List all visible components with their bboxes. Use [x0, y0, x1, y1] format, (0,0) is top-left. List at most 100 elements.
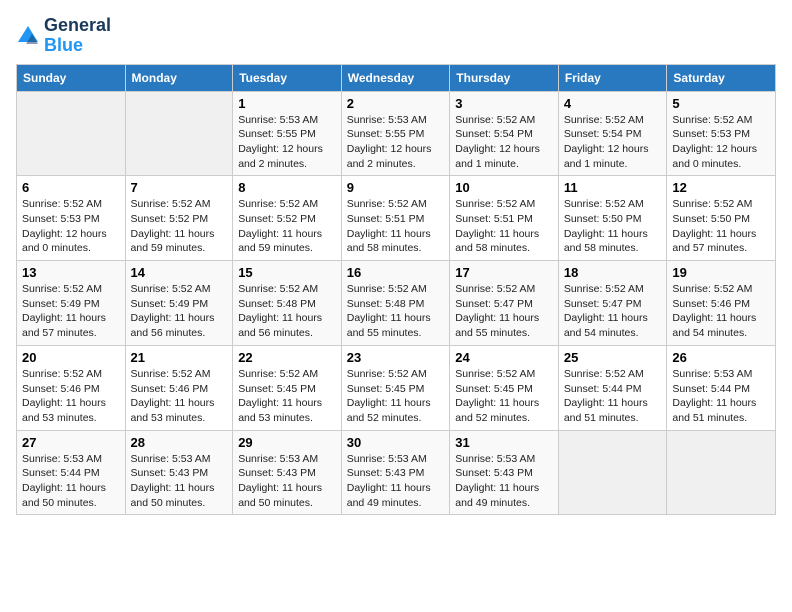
day-number: 27: [22, 435, 120, 450]
day-info: Sunrise: 5:52 AMSunset: 5:53 PMDaylight:…: [672, 113, 770, 172]
day-info: Sunrise: 5:52 AMSunset: 5:52 PMDaylight:…: [131, 197, 228, 256]
day-info: Sunrise: 5:52 AMSunset: 5:46 PMDaylight:…: [131, 367, 228, 426]
calendar-cell: 24Sunrise: 5:52 AMSunset: 5:45 PMDayligh…: [450, 345, 559, 430]
day-info: Sunrise: 5:53 AMSunset: 5:43 PMDaylight:…: [347, 452, 445, 511]
calendar-cell: 20 Sunrise: 5:52 AMSunset: 5:46 PMDayligh…: [17, 345, 126, 430]
week-row-2: 6 Sunrise: 5:52 AMSunset: 5:53 PMDaylight…: [17, 176, 776, 261]
day-header-tuesday: Tuesday: [233, 64, 342, 91]
day-info: Sunrise: 5:52 AMSunset: 5:49 PMDaylight:…: [131, 282, 228, 341]
day-number: 4: [564, 96, 662, 111]
calendar-cell: [667, 430, 776, 515]
calendar-cell: 5 Sunrise: 5:52 AMSunset: 5:53 PMDaylight…: [667, 91, 776, 176]
logo-text: GeneralBlue: [44, 16, 111, 56]
logo: GeneralBlue: [16, 16, 111, 56]
calendar-cell: [558, 430, 667, 515]
calendar-cell: 15Sunrise: 5:52 AMSunset: 5:48 PMDayligh…: [233, 261, 342, 346]
calendar-cell: 2 Sunrise: 5:53 AMSunset: 5:55 PMDaylight…: [341, 91, 450, 176]
day-info: Sunrise: 5:52 AMSunset: 5:52 PMDaylight:…: [238, 197, 336, 256]
calendar-cell: 26 Sunrise: 5:53 AMSunset: 5:44 PMDayligh…: [667, 345, 776, 430]
day-info: Sunrise: 5:52 AMSunset: 5:44 PMDaylight:…: [564, 367, 662, 426]
calendar-cell: 1Sunrise: 5:53 AMSunset: 5:55 PMDaylight…: [233, 91, 342, 176]
day-number: 2: [347, 96, 445, 111]
day-number: 13: [22, 265, 120, 280]
calendar-cell: 30 Sunrise: 5:53 AMSunset: 5:43 PMDayligh…: [341, 430, 450, 515]
day-info: Sunrise: 5:53 AMSunset: 5:55 PMDaylight:…: [347, 113, 445, 172]
day-number: 31: [455, 435, 553, 450]
page-header: GeneralBlue: [16, 16, 776, 56]
day-info: Sunrise: 5:52 AMSunset: 5:51 PMDaylight:…: [455, 197, 553, 256]
calendar-cell: 22 Sunrise: 5:52 AMSunset: 5:45 PMDayligh…: [233, 345, 342, 430]
day-number: 5: [672, 96, 770, 111]
calendar-cell: 31 Sunrise: 5:53 AMSunset: 5:43 PMDayligh…: [450, 430, 559, 515]
day-info: Sunrise: 5:52 AMSunset: 5:46 PMDaylight:…: [22, 367, 120, 426]
day-number: 25: [564, 350, 662, 365]
calendar-body: 1 Sunrise: 5:53 AMSunset: 5:55 PMDaylight…: [17, 91, 776, 515]
day-info: Sunrise: 5:52 AMSunset: 5:47 PMDaylight:…: [455, 282, 553, 341]
day-header-sunday: Sunday: [17, 64, 126, 91]
calendar-cell: 14 Sunrise: 5:52 AMSunset: 5:49 PMDayligh…: [125, 261, 233, 346]
day-number: 12: [672, 180, 770, 195]
day-info: Sunrise: 5:53 AMSunset: 5:43 PMDaylight:…: [238, 452, 336, 511]
day-info: Sunrise: 5:52 AMSunset: 5:53 PMDaylight:…: [22, 197, 120, 256]
calendar-cell: 25 Sunrise: 5:52 AMSunset: 5:44 PMDayligh…: [558, 345, 667, 430]
calendar-cell: 28Sunrise: 5:53 AMSunset: 5:43 PMDayligh…: [125, 430, 233, 515]
day-header-thursday: Thursday: [450, 64, 559, 91]
day-info: Sunrise: 5:52 AMSunset: 5:47 PMDaylight:…: [564, 282, 662, 341]
day-info: Sunrise: 5:53 AMSunset: 5:43 PMDaylight:…: [131, 452, 228, 511]
calendar-cell: 21 Sunrise: 5:52 AMSunset: 5:46 PMDayligh…: [125, 345, 233, 430]
day-number: 26: [672, 350, 770, 365]
calendar-cell: 10 Sunrise: 5:52 AMSunset: 5:51 PMDayligh…: [450, 176, 559, 261]
day-number: 22: [238, 350, 336, 365]
calendar-cell: 16 Sunrise: 5:52 AMSunset: 5:48 PMDayligh…: [341, 261, 450, 346]
day-number: 10: [455, 180, 553, 195]
day-number: 30: [347, 435, 445, 450]
day-number: 14: [131, 265, 228, 280]
day-number: 6: [22, 180, 120, 195]
day-info: Sunrise: 5:52 AMSunset: 5:51 PMDaylight:…: [347, 197, 445, 256]
calendar-cell: 18 Sunrise: 5:52 AMSunset: 5:47 PMDayligh…: [558, 261, 667, 346]
week-row-5: 27 Sunrise: 5:53 AMSunset: 5:44 PMDayligh…: [17, 430, 776, 515]
day-number: 19: [672, 265, 770, 280]
day-number: 18: [564, 265, 662, 280]
day-info: Sunrise: 5:52 AMSunset: 5:49 PMDaylight:…: [22, 282, 120, 341]
day-header-friday: Friday: [558, 64, 667, 91]
day-info: Sunrise: 5:52 AMSunset: 5:54 PMDaylight:…: [455, 113, 553, 172]
day-number: 3: [455, 96, 553, 111]
day-info: Sunrise: 5:53 AMSunset: 5:43 PMDaylight:…: [455, 452, 553, 511]
calendar-cell: 23 Sunrise: 5:52 AMSunset: 5:45 PMDayligh…: [341, 345, 450, 430]
week-row-3: 13 Sunrise: 5:52 AMSunset: 5:49 PMDayligh…: [17, 261, 776, 346]
calendar-cell: 17Sunrise: 5:52 AMSunset: 5:47 PMDayligh…: [450, 261, 559, 346]
day-info: Sunrise: 5:52 AMSunset: 5:45 PMDaylight:…: [347, 367, 445, 426]
calendar-table: SundayMondayTuesdayWednesdayThursdayFrid…: [16, 64, 776, 516]
calendar-cell: [125, 91, 233, 176]
day-number: 1: [238, 96, 336, 111]
calendar-cell: 27 Sunrise: 5:53 AMSunset: 5:44 PMDayligh…: [17, 430, 126, 515]
day-info: Sunrise: 5:52 AMSunset: 5:45 PMDaylight:…: [455, 367, 553, 426]
day-header-wednesday: Wednesday: [341, 64, 450, 91]
day-info: Sunrise: 5:53 AMSunset: 5:44 PMDaylight:…: [22, 452, 120, 511]
calendar-cell: 11Sunrise: 5:52 AMSunset: 5:50 PMDayligh…: [558, 176, 667, 261]
day-info: Sunrise: 5:52 AMSunset: 5:45 PMDaylight:…: [238, 367, 336, 426]
day-info: Sunrise: 5:53 AMSunset: 5:44 PMDaylight:…: [672, 367, 770, 426]
day-number: 21: [131, 350, 228, 365]
calendar-cell: 6 Sunrise: 5:52 AMSunset: 5:53 PMDaylight…: [17, 176, 126, 261]
day-info: Sunrise: 5:52 AMSunset: 5:48 PMDaylight:…: [347, 282, 445, 341]
logo-icon: [16, 24, 40, 48]
calendar-cell: [17, 91, 126, 176]
day-header-saturday: Saturday: [667, 64, 776, 91]
calendar-header-row: SundayMondayTuesdayWednesdayThursdayFrid…: [17, 64, 776, 91]
calendar-cell: 12Sunrise: 5:52 AMSunset: 5:50 PMDayligh…: [667, 176, 776, 261]
day-number: 23: [347, 350, 445, 365]
calendar-cell: 7 Sunrise: 5:52 AMSunset: 5:52 PMDaylight…: [125, 176, 233, 261]
day-number: 8: [238, 180, 336, 195]
day-info: Sunrise: 5:52 AMSunset: 5:46 PMDaylight:…: [672, 282, 770, 341]
day-number: 7: [131, 180, 228, 195]
calendar-cell: 13 Sunrise: 5:52 AMSunset: 5:49 PMDayligh…: [17, 261, 126, 346]
calendar-cell: 9Sunrise: 5:52 AMSunset: 5:51 PMDaylight…: [341, 176, 450, 261]
calendar-cell: 3 Sunrise: 5:52 AMSunset: 5:54 PMDaylight…: [450, 91, 559, 176]
day-info: Sunrise: 5:52 AMSunset: 5:50 PMDaylight:…: [564, 197, 662, 256]
day-number: 16: [347, 265, 445, 280]
calendar-cell: 8 Sunrise: 5:52 AMSunset: 5:52 PMDaylight…: [233, 176, 342, 261]
day-number: 20: [22, 350, 120, 365]
day-info: Sunrise: 5:52 AMSunset: 5:48 PMDaylight:…: [238, 282, 336, 341]
